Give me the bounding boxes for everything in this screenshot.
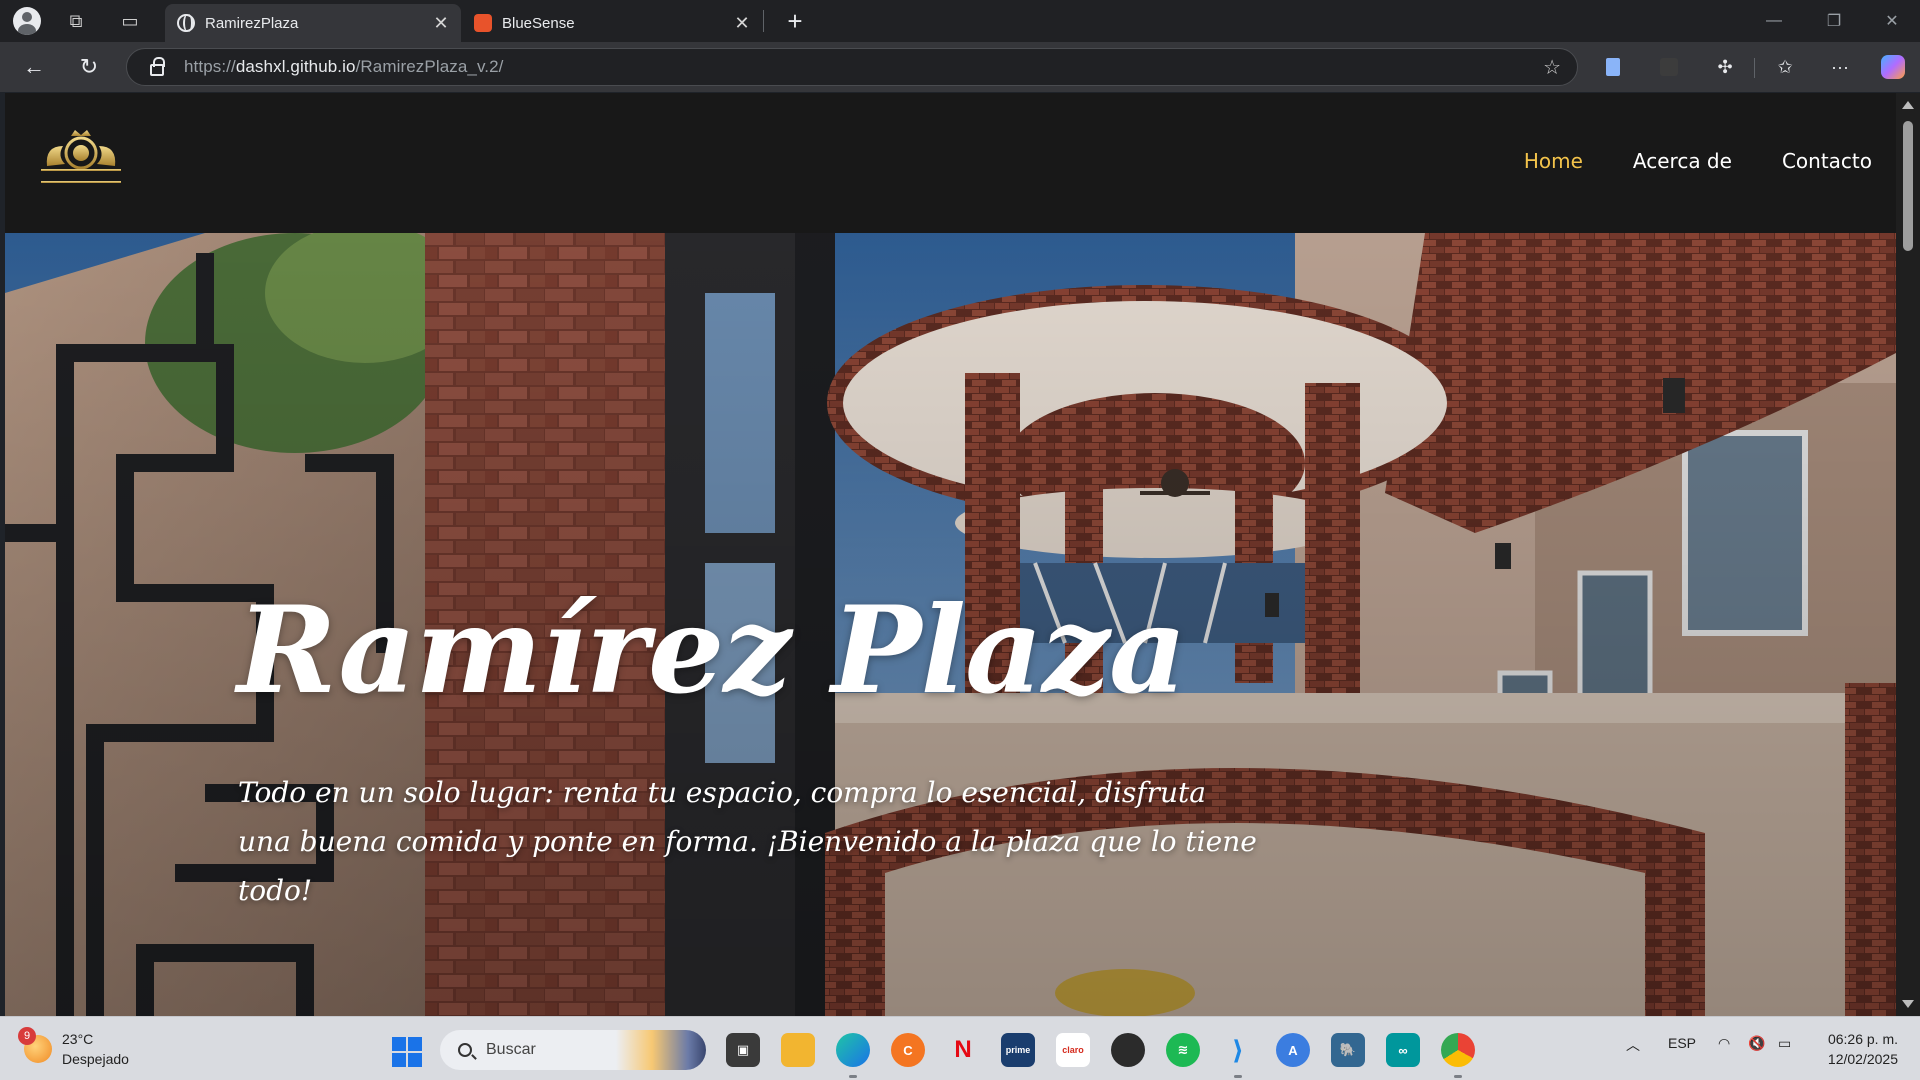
browser-titlebar: ⧉ ▭ RamirezPlaza ✕ BlueSense ✕ + — ❐ ✕ — [0, 0, 1920, 42]
back-button[interactable]: ← — [17, 50, 51, 84]
address-toolbar: ← ↻ https://dashxl.github.io/RamirezPlaz… — [0, 42, 1920, 92]
scroll-thumb[interactable] — [1903, 121, 1913, 251]
file-explorer-icon[interactable] — [781, 1033, 815, 1067]
crunchyroll-icon[interactable]: C — [891, 1033, 925, 1067]
copilot-icon[interactable] — [1878, 52, 1908, 82]
close-window-button[interactable]: ✕ — [1864, 0, 1920, 42]
running-indicator — [1234, 1075, 1242, 1078]
nav-link-contacto[interactable]: Contacto — [1782, 149, 1872, 173]
claro-video-icon[interactable]: claro — [1056, 1033, 1090, 1067]
extension-icon[interactable] — [1654, 52, 1684, 82]
weather-text: 23°C Despejado — [62, 1029, 129, 1069]
notification-badge: 9 — [18, 1027, 36, 1045]
scroll-down-arrow-icon[interactable] — [1902, 1000, 1914, 1008]
spotify-icon[interactable]: ≋ — [1166, 1033, 1200, 1067]
site-nav: Home Acerca de Contacto — [1524, 149, 1872, 173]
hero-title: Ramírez Plaza — [237, 580, 1187, 721]
tab-divider — [763, 10, 764, 32]
weather-sun-icon: 9 — [18, 1027, 52, 1063]
tab-bluesense[interactable]: BlueSense ✕ — [462, 4, 762, 42]
weather-condition: Despejado — [62, 1051, 129, 1067]
globe-icon — [177, 14, 195, 32]
workspaces-icon[interactable]: ⧉ — [56, 0, 96, 42]
taskbar-search[interactable]: Buscar — [440, 1030, 706, 1070]
close-tab-icon[interactable]: ✕ — [728, 13, 756, 34]
android-studio-icon[interactable]: A — [1276, 1033, 1310, 1067]
taskbar: 9 23°C Despejado Buscar ▣ C N prime clar… — [0, 1016, 1920, 1080]
postgresql-icon[interactable]: 🐘 — [1331, 1033, 1365, 1067]
ramirez-plaza-logo[interactable] — [37, 126, 125, 186]
github-desktop-icon[interactable] — [1111, 1033, 1145, 1067]
nav-link-home[interactable]: Home — [1524, 149, 1583, 173]
scroll-up-arrow-icon[interactable] — [1902, 101, 1914, 109]
system-clock[interactable]: 06:26 p. m. 12/02/2025 — [1828, 1029, 1898, 1069]
language-indicator[interactable]: ESP — [1668, 1035, 1696, 1051]
page-scrollbar[interactable] — [1896, 93, 1920, 1016]
reload-button[interactable]: ↻ — [72, 50, 106, 84]
more-menu-icon[interactable]: ··· — [1825, 52, 1855, 82]
address-bar[interactable]: https://dashxl.github.io/RamirezPlaza_v.… — [126, 48, 1578, 86]
edge-icon[interactable] — [836, 1033, 870, 1067]
toolbar-divider — [1754, 58, 1755, 78]
web-page: Home Acerca de Contacto Ramírez Plaza To… — [5, 93, 1896, 1016]
url-path: /RamirezPlaza_v.2/ — [355, 57, 504, 76]
url-scheme: https:// — [184, 57, 236, 76]
clock-time: 06:26 p. m. — [1827, 1031, 1898, 1047]
url-text[interactable]: https://dashxl.github.io/RamirezPlaza_v.… — [184, 57, 504, 77]
tab-title: BlueSense — [502, 14, 575, 32]
favorites-icon[interactable]: ✩ — [1770, 52, 1800, 82]
start-button-icon[interactable] — [392, 1037, 422, 1067]
restore-button[interactable]: ❐ — [1806, 0, 1862, 42]
weather-widget[interactable]: 9 23°C Despejado — [18, 1027, 129, 1069]
wifi-icon[interactable]: ◠ — [1718, 1035, 1730, 1052]
nav-link-acerca-de[interactable]: Acerca de — [1633, 149, 1732, 173]
bluesense-favicon-icon — [474, 14, 492, 32]
weather-temp: 23°C — [62, 1031, 94, 1047]
reading-view-icon[interactable] — [1598, 52, 1628, 82]
netflix-icon[interactable]: N — [946, 1033, 980, 1067]
minimize-button[interactable]: — — [1746, 0, 1802, 42]
task-view-icon[interactable]: ▣ — [726, 1033, 760, 1067]
running-indicator — [849, 1075, 857, 1078]
hero-subtitle: Todo en un solo lugar: renta tu espacio,… — [238, 776, 1257, 907]
vscode-icon[interactable]: ⟩ — [1221, 1033, 1255, 1067]
search-highlight-image — [616, 1030, 706, 1070]
running-indicator — [1454, 1075, 1462, 1078]
clock-date: 12/02/2025 — [1827, 1051, 1898, 1067]
favorite-star-icon[interactable]: ☆ — [1543, 55, 1561, 80]
show-hidden-icons-chevron-icon[interactable]: ︿ — [1626, 1035, 1640, 1055]
tab-ramirezplaza[interactable]: RamirezPlaza ✕ — [165, 4, 461, 42]
lock-icon[interactable] — [150, 57, 165, 76]
new-tab-button[interactable]: + — [778, 8, 812, 36]
close-tab-icon[interactable]: ✕ — [427, 13, 455, 34]
profile-icon[interactable] — [13, 7, 41, 35]
prime-video-icon[interactable]: prime — [1001, 1033, 1035, 1067]
search-icon — [458, 1043, 472, 1057]
search-label: Buscar — [486, 1041, 536, 1058]
extensions-puzzle-icon[interactable]: ✣ — [1710, 52, 1740, 82]
volume-muted-icon[interactable]: 🔇 — [1748, 1035, 1765, 1052]
tab-actions-icon[interactable]: ▭ — [110, 0, 150, 42]
tab-title: RamirezPlaza — [205, 14, 299, 32]
battery-icon[interactable]: ▭ — [1778, 1035, 1791, 1052]
hero-section: Ramírez Plaza Todo en un solo lugar: ren… — [5, 233, 1896, 1016]
arduino-icon[interactable]: ∞ — [1386, 1033, 1420, 1067]
chrome-icon[interactable] — [1441, 1033, 1475, 1067]
site-header: Home Acerca de Contacto — [5, 93, 1896, 233]
url-host: dashxl.github.io — [235, 57, 356, 76]
